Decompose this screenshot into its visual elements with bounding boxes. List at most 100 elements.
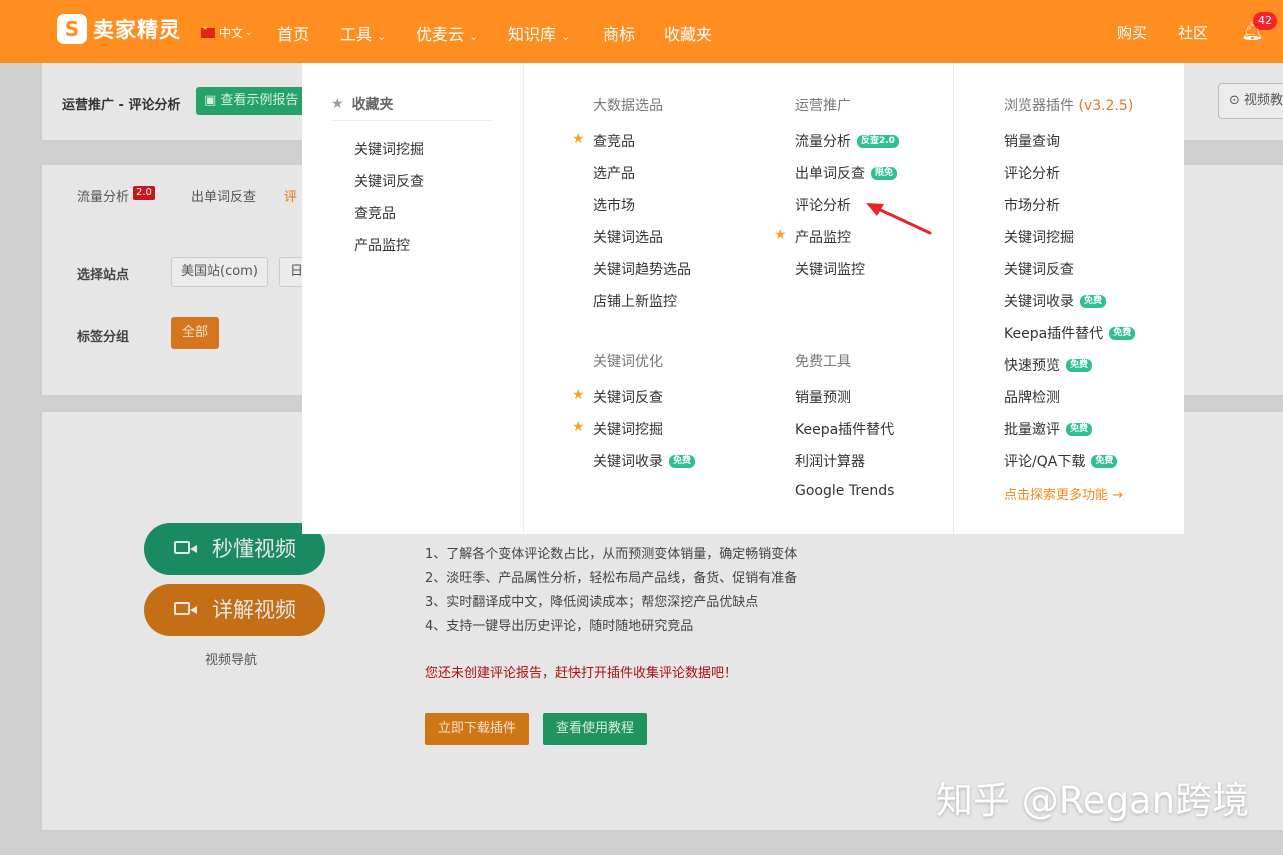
menu-item[interactable]: 关键词反查 <box>593 387 663 407</box>
menu-item[interactable]: 关键词反查 <box>354 171 424 191</box>
star-icon: ★ <box>572 131 585 147</box>
menu-item[interactable]: 关键词挖掘 <box>1004 227 1074 247</box>
menu-item[interactable]: 流量分析 反查2.0 <box>795 131 899 151</box>
site-label: 选择站点 <box>77 268 130 283</box>
menu-item[interactable]: 销量预测 <box>795 387 851 407</box>
keyword-opt-heading: 关键词优化 <box>593 354 663 370</box>
menu-item[interactable]: 评论/QA下载 免费 <box>1004 451 1118 471</box>
menu-item-review-analysis[interactable]: 评论分析 <box>795 195 851 215</box>
menu-item[interactable]: 关键词挖掘 <box>354 139 424 159</box>
free-badge: 免费 <box>1066 358 1093 372</box>
quick-video-label: 秒懂视频 <box>212 537 296 561</box>
menu-item[interactable]: 关键词趋势选品 <box>593 259 691 279</box>
nav-knowledge[interactable]: 知识库 ⌄ <box>508 21 570 45</box>
watermark: 知乎 @Regan跨境 <box>936 779 1250 822</box>
menu-item-label: 评论/QA下载 <box>1004 454 1086 470</box>
menu-item[interactable]: 店铺上新监控 <box>593 291 677 311</box>
plugin-title: 浏览器插件 <box>1004 98 1074 114</box>
logo-text: 卖家精灵 <box>93 18 181 42</box>
nav-trademark[interactable]: 商标 <box>603 21 635 45</box>
free-badge: 免费 <box>1066 422 1093 436</box>
free-badge: 免费 <box>1091 454 1118 468</box>
menu-item-label: 流量分析 <box>795 134 851 150</box>
nav-youmaiyun[interactable]: 优麦云 ⌄ <box>416 21 478 45</box>
menu-item[interactable]: 产品监控 <box>354 235 410 255</box>
menu-item[interactable]: 品牌检测 <box>1004 387 1060 407</box>
menu-item[interactable]: 评论分析 <box>1004 163 1060 183</box>
menu-item[interactable]: Google Trends <box>795 483 894 499</box>
tag-group-all-button[interactable]: 全部 <box>171 317 219 349</box>
chevron-down-icon: ⌄ <box>469 30 479 43</box>
feature-item: 3、实时翻译成中文，降低阅读成本；帮您深挖产品优缺点 <box>425 595 759 610</box>
menu-item-label: Keepa插件替代 <box>1004 326 1104 342</box>
free-badge: 免费 <box>1109 326 1136 340</box>
menu-item[interactable]: 关键词收录 免费 <box>593 451 696 471</box>
menu-item[interactable]: 销量查询 <box>1004 131 1060 151</box>
logo-icon: S <box>57 14 87 44</box>
logo[interactable]: S 卖家精灵 <box>57 14 181 44</box>
divider <box>331 120 493 121</box>
nav-youmaiyun-label: 优麦云 <box>416 25 465 44</box>
menu-item[interactable]: Keepa插件替代 <box>795 419 894 439</box>
nav-community[interactable]: 社区 <box>1178 22 1208 43</box>
menu-item[interactable]: 市场分析 <box>1004 195 1060 215</box>
tab-badge: 2.0 <box>133 186 155 200</box>
free-tools-heading: 免费工具 <box>795 354 851 370</box>
menu-item[interactable]: 关键词收录 免费 <box>1004 291 1107 311</box>
divider <box>523 63 524 534</box>
star-icon: ★ <box>572 387 585 403</box>
menu-item[interactable]: 查竞品 <box>354 203 396 223</box>
plugin-version: (v3.2.5) <box>1078 98 1134 114</box>
tools-dropdown-menu: ★ 收藏夹 关键词挖掘 关键词反查 查竞品 产品监控 大数据选品 ★ 查竞品 选产… <box>302 63 1184 534</box>
video-camera-icon <box>174 541 190 554</box>
menu-item-label: 批量邀评 <box>1004 422 1060 438</box>
nav-knowledge-label: 知识库 <box>508 25 557 44</box>
nav-tools[interactable]: 工具 ⌄ <box>340 21 386 45</box>
nav-home[interactable]: 首页 <box>277 21 309 45</box>
menu-item[interactable]: 关键词监控 <box>795 259 865 279</box>
plugin-heading: 浏览器插件 (v3.2.5) <box>1004 95 1133 115</box>
free-badge: 免费 <box>669 454 696 468</box>
menu-item[interactable]: 批量邀评 免费 <box>1004 419 1093 439</box>
download-plugin-button[interactable]: 立即下载插件 <box>425 713 529 745</box>
red-arrow-annotation <box>866 203 932 235</box>
language-selector[interactable]: 中文⌄ <box>201 24 253 41</box>
video-nav-label: 视频导航 <box>205 653 258 668</box>
detail-video-button[interactable]: 详解视频 <box>144 584 325 636</box>
chevron-down-icon: ⌄ <box>561 30 571 43</box>
menu-item[interactable]: 快速预览 免费 <box>1004 355 1093 375</box>
tab-label: 流量分析 <box>77 190 130 205</box>
menu-item[interactable]: 选市场 <box>593 195 635 215</box>
menu-item[interactable]: 利润计算器 <box>795 451 865 471</box>
menu-item[interactable]: 关键词挖掘 <box>593 419 663 439</box>
tab-order-keyword[interactable]: 出单词反查 <box>191 186 256 205</box>
ops-heading: 运营推广 <box>795 98 851 114</box>
nav-favorites[interactable]: 收藏夹 <box>664 21 712 45</box>
china-flag-icon <box>201 24 215 38</box>
chevron-down-icon: ⌄ <box>245 27 253 38</box>
video-camera-icon <box>174 602 190 615</box>
menu-item[interactable]: 关键词选品 <box>593 227 663 247</box>
menu-item[interactable]: 产品监控 <box>795 227 851 247</box>
reverse-badge: 反查2.0 <box>857 134 899 148</box>
menu-item[interactable]: 出单词反查 限免 <box>795 163 898 183</box>
menu-item[interactable]: 选产品 <box>593 163 635 183</box>
sample-report-button[interactable]: ▣ 查看示例报告 <box>196 87 306 115</box>
menu-item[interactable]: Keepa插件替代 免费 <box>1004 323 1136 343</box>
video-tutorial-button[interactable]: ⊙ 视频教 <box>1218 83 1283 119</box>
menu-item[interactable]: 关键词反查 <box>1004 259 1074 279</box>
star-icon: ★ <box>774 227 787 243</box>
detail-video-label: 详解视频 <box>212 598 296 622</box>
divider <box>953 63 954 534</box>
video-tutorial-label: 视频教 <box>1244 93 1283 108</box>
quick-video-button[interactable]: 秒懂视频 <box>144 523 325 575</box>
menu-item[interactable]: 查竞品 <box>593 131 635 151</box>
site-select[interactable]: 美国站(com) <box>171 257 268 287</box>
tutorial-button[interactable]: 查看使用教程 <box>543 713 647 745</box>
star-icon: ★ <box>331 96 344 112</box>
explore-more-link[interactable]: 点击探索更多功能 → <box>1004 484 1123 503</box>
nav-buy[interactable]: 购买 <box>1117 22 1147 43</box>
chevron-down-icon: ⌄ <box>377 30 387 43</box>
feature-item: 2、淡旺季、产品属性分析，轻松布局产品线，备货、促销有准备 <box>425 571 798 586</box>
tab-traffic-analysis[interactable]: 流量分析 2.0 <box>77 186 155 205</box>
